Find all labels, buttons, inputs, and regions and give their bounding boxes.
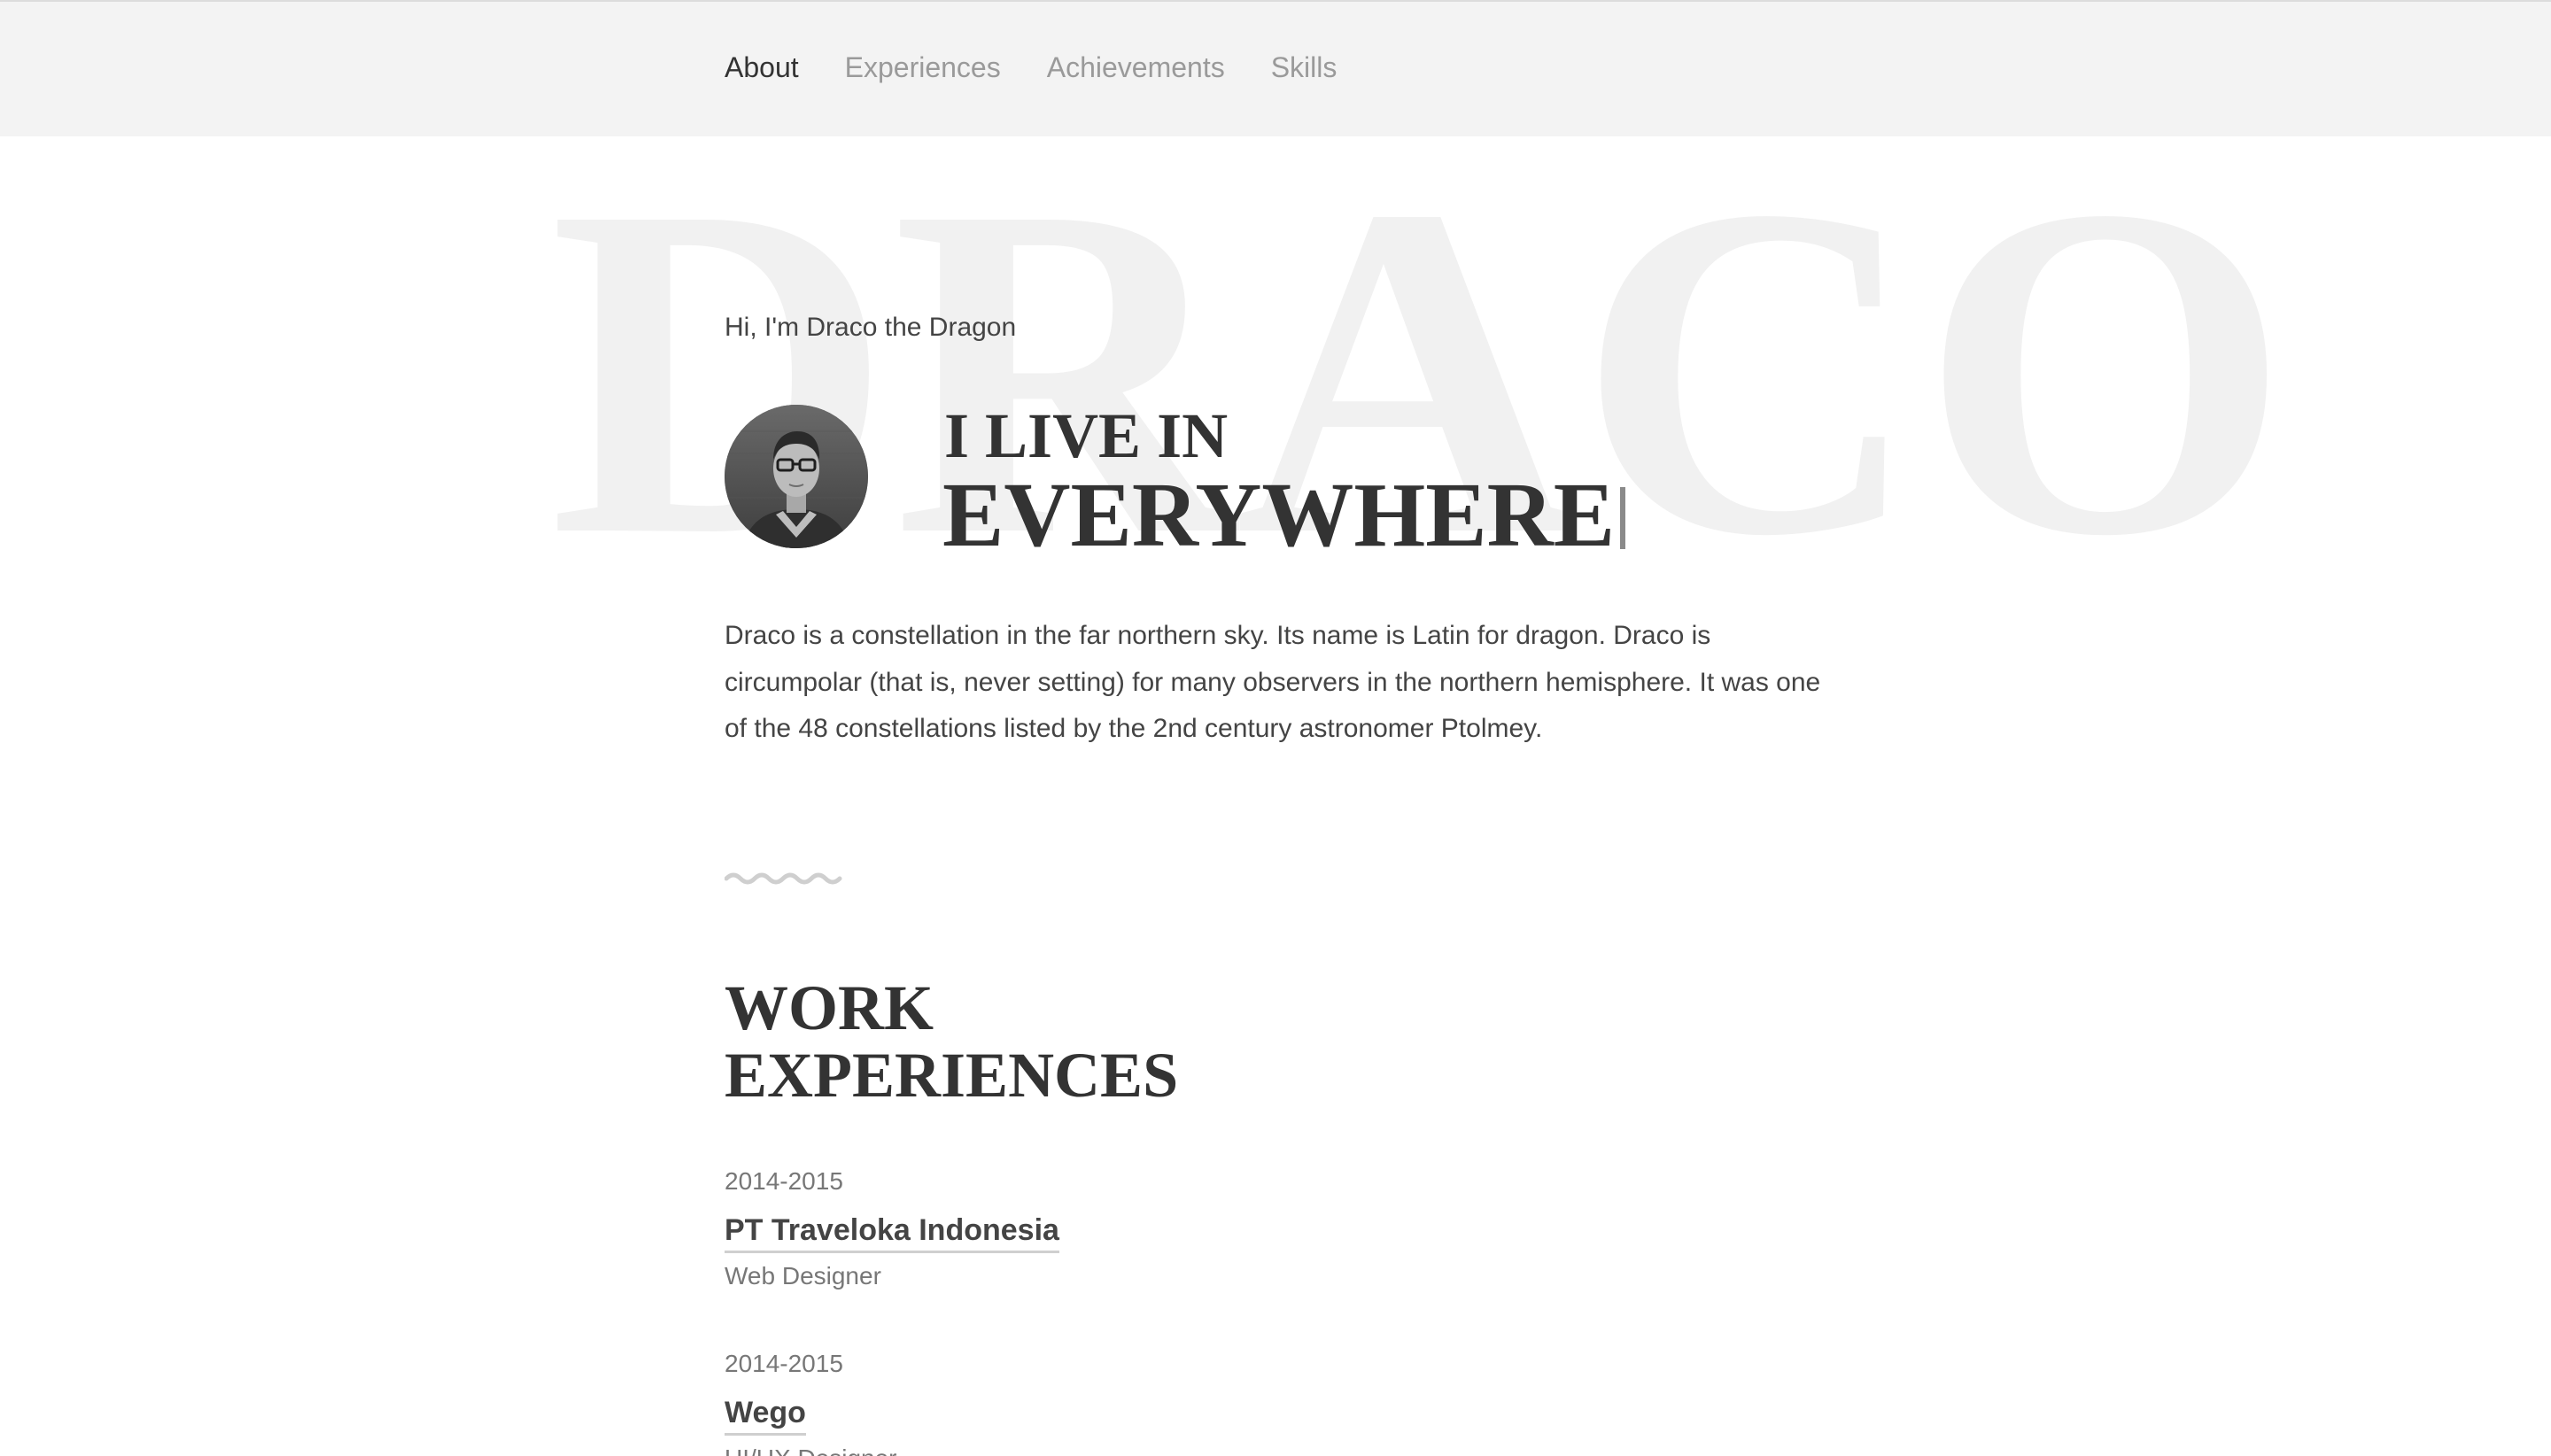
nav-item-achievements[interactable]: Achievements <box>1047 48 1225 87</box>
work-experiences-heading: WORK EXPERIENCES <box>725 974 1178 1109</box>
experience-years: 2014-2015 <box>725 1167 843 1195</box>
avatar <box>725 405 868 548</box>
experience-role: UI/UX Designer <box>725 1443 897 1456</box>
live-in-place: EVERYWHERE <box>942 464 1626 566</box>
experience-role: Web Designer <box>725 1262 881 1289</box>
live-in-place-text: EVERYWHERE <box>942 464 1616 566</box>
wave-divider-icon <box>725 872 842 885</box>
experience-company-link[interactable]: PT Traveloka Indonesia <box>725 1212 1059 1253</box>
work-heading-line2: EXPERIENCES <box>725 1040 1179 1111</box>
greeting-text: Hi, I'm Draco the Dragon <box>725 313 1017 342</box>
page: About Experiences Achievements Skills DR… <box>0 0 2551 1456</box>
work-heading-line1: WORK <box>725 972 934 1043</box>
nav-item-about[interactable]: About <box>725 48 799 87</box>
experience-item: 2014-2015 PT Traveloka Indonesia Web Des… <box>725 1166 1059 1292</box>
experience-years: 2014-2015 <box>725 1350 843 1377</box>
experience-company-link[interactable]: Wego <box>725 1394 806 1436</box>
about-bio: Draco is a constellation in the far nort… <box>725 621 1821 743</box>
typing-cursor <box>1620 487 1626 549</box>
live-in-label: I LIVE IN <box>944 400 1229 471</box>
nav-menu: About Experiences Achievements Skills <box>725 48 1337 87</box>
nav-item-skills[interactable]: Skills <box>1271 48 1338 87</box>
avatar-portrait-image <box>725 405 868 548</box>
nav-item-experiences[interactable]: Experiences <box>845 48 1001 87</box>
experience-item: 2014-2015 Wego UI/UX Designer <box>725 1348 897 1456</box>
